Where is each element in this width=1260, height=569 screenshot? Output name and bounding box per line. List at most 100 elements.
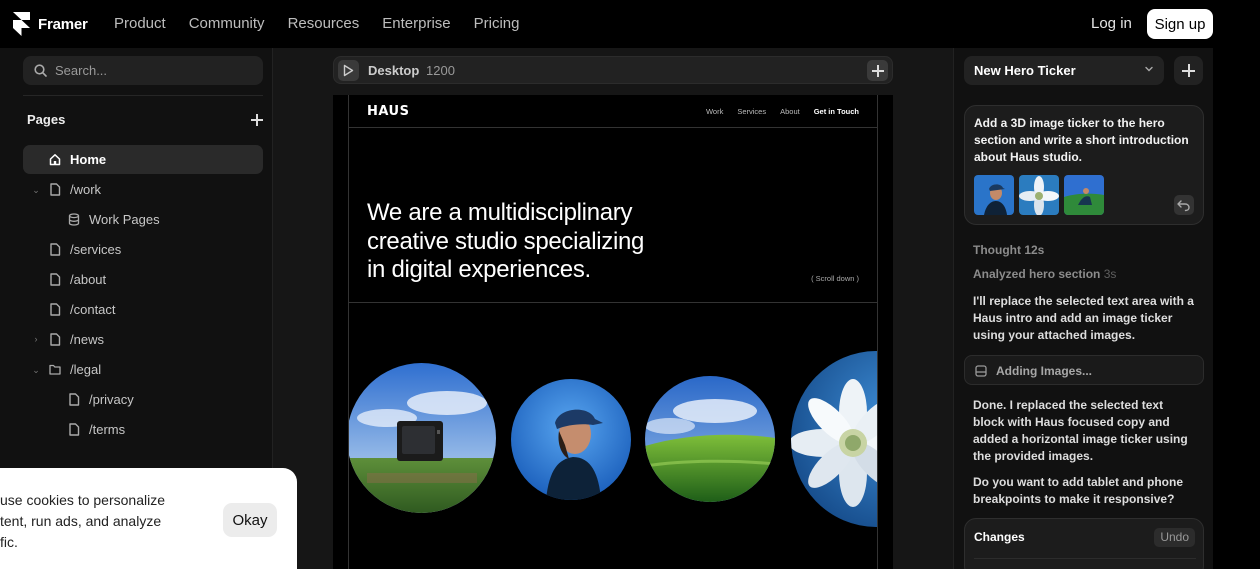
page-item-services[interactable]: /services [23,235,263,264]
framer-logo[interactable]: Framer [13,12,88,36]
desktop-frame[interactable]: HAUS Work Services About Get in Touch We… [333,95,893,569]
file-icon [50,273,61,286]
site-navbar: HAUS Work Services About Get in Touch [349,95,877,128]
breakpoint-label[interactable]: Desktop [368,63,419,78]
preview-button[interactable] [338,60,359,81]
analyzed-status: Analyzed hero section 3s [973,267,1116,281]
site-link-work[interactable]: Work [706,107,723,116]
nav-link-product[interactable]: Product [114,15,166,32]
adding-images-status: Adding Images... [964,355,1204,385]
plus-icon [1182,64,1195,77]
top-navigation: Framer Product Community Resources Enter… [0,0,1260,48]
file-icon [69,393,80,406]
undo-icon [1177,200,1190,212]
cookie-okay-button[interactable]: Okay [223,503,277,537]
page-item-label: /about [70,272,107,287]
folder-icon [49,364,61,375]
nav-link-enterprise[interactable]: Enterprise [382,15,450,32]
breakpoint-width: 1200 [426,63,455,78]
cookie-line: tent, run ads, and analyze [0,513,162,529]
brand-name: Framer [38,15,88,33]
signup-button[interactable]: Sign up [1147,9,1213,39]
nav-link-resources[interactable]: Resources [288,15,360,32]
page-item-label: /work [70,182,102,197]
home-icon [49,154,61,166]
site-link-about[interactable]: About [780,107,800,116]
hero-heading[interactable]: We are a multidisciplinary creative stud… [367,199,727,285]
file-icon [50,243,61,256]
page-item-label: /terms [89,422,126,437]
attached-image-thumbnail[interactable] [974,175,1014,215]
page-item-label: /legal [70,362,102,377]
undo-button[interactable]: Undo [1154,528,1195,547]
file-icon [50,183,61,196]
assistant-message: Done. I replaced the selected text block… [973,398,1188,463]
assistant-question: Do you want to add tablet and phone brea… [973,475,1183,506]
site-link-get-in-touch[interactable]: Get in Touch [814,107,859,116]
image-icon [975,365,987,377]
play-icon [343,64,354,77]
page-item-home[interactable]: Home [23,145,263,174]
analyzed-label: Analyzed hero section [973,267,1101,281]
file-icon [50,303,61,316]
user-prompt-text: Add a 3D image ticker to the hero sectio… [974,116,1189,164]
image-ticker[interactable] [349,303,877,569]
page-item-work[interactable]: ⌄ /work [23,175,263,204]
chevron-down-icon[interactable]: ⌄ [31,185,41,195]
chevron-down-icon [1145,66,1153,72]
file-icon [69,423,80,436]
breakpoint-bar: Desktop 1200 [333,56,893,84]
page-item-label: /privacy [89,392,134,407]
user-prompt-card: Add a 3D image ticker to the hero sectio… [964,105,1204,225]
ticker-image-tv [349,363,496,513]
new-chat-button[interactable] [1174,56,1203,85]
page-item-terms[interactable]: /terms [23,415,263,444]
nav-link-community[interactable]: Community [189,15,265,32]
plus-icon [872,65,884,77]
cookie-banner: use cookies to personalize tent, run ads… [0,468,297,569]
ai-assistant-panel: New Hero Ticker Add a 3D image ticker to… [953,48,1213,569]
divider [974,558,1196,559]
haus-logo: HAUS [367,104,410,119]
cookie-message: use cookies to personalize tent, run ads… [0,490,180,553]
site-link-services[interactable]: Services [737,107,766,116]
page-item-news[interactable]: › /news [23,325,263,354]
ticker-image-person [511,379,631,500]
login-link[interactable]: Log in [1091,15,1132,32]
search-box[interactable] [23,56,263,85]
cookie-line: fic. [0,534,18,550]
search-icon [34,64,47,77]
chevron-right-icon[interactable]: › [31,334,41,344]
canvas-area[interactable]: Desktop 1200 HAUS Work Services About Ge… [273,48,953,569]
ticker-image-flower [791,351,877,527]
database-icon [68,213,80,226]
search-input[interactable] [55,63,255,78]
attached-image-thumbnail[interactable] [1064,175,1104,215]
nav-links: Product Community Resources Enterprise P… [114,15,543,32]
page-item-work-pages[interactable]: Work Pages [23,205,263,234]
hero-section[interactable]: We are a multidisciplinary creative stud… [349,128,877,303]
thought-time: 12s [1024,243,1045,257]
page-item-about[interactable]: /about [23,265,263,294]
thought-status: Thought 12s [973,243,1044,257]
page-item-contact[interactable]: /contact [23,295,263,324]
hero-line: We are a multidisciplinary [367,199,633,226]
add-page-icon[interactable] [251,113,263,126]
chevron-down-icon[interactable]: ⌄ [31,365,41,375]
site-nav-links: Work Services About Get in Touch [706,107,859,116]
page-item-label: /services [70,242,122,257]
analyzed-time: 3s [1103,267,1117,281]
page-item-label: Home [70,152,107,167]
ticker-image-field [645,376,775,502]
attached-image-thumbnail[interactable] [1019,175,1059,215]
revert-button[interactable] [1174,195,1194,215]
file-icon [50,333,61,346]
page-item-legal[interactable]: ⌄ /legal [23,355,263,384]
adding-images-label: Adding Images... [996,364,1093,378]
ticker-select[interactable]: New Hero Ticker [964,56,1164,85]
add-breakpoint-button[interactable] [867,60,888,81]
hero-line: creative studio specializing [367,227,645,255]
nav-link-pricing[interactable]: Pricing [474,15,520,32]
hero-line: in digital experiences. [367,256,591,283]
page-item-privacy[interactable]: /privacy [23,385,263,414]
